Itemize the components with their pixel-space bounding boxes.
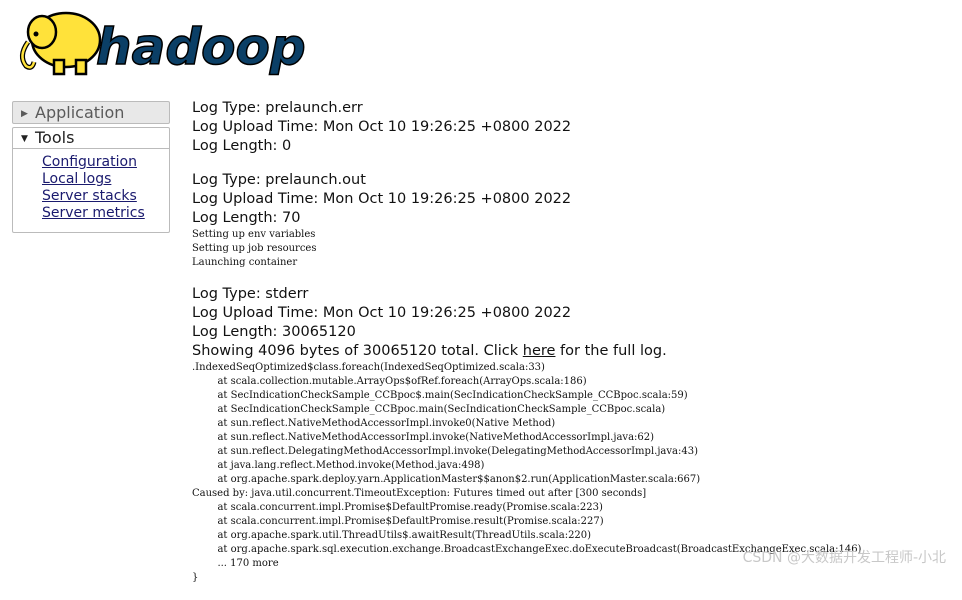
log-type: Log Type: stderr (192, 286, 309, 302)
triangle-down-icon: ▼ (21, 134, 28, 144)
log-upload-time: Log Upload Time: Mon Oct 10 19:26:25 +08… (192, 191, 572, 207)
log-type: Log Type: prelaunch.out (192, 172, 366, 188)
sidebar-item-tools[interactable]: ▼ Tools (13, 128, 169, 149)
log-length: Log Length: 70 (192, 210, 301, 226)
full-log-link[interactable]: here (523, 343, 556, 359)
log-block-prelaunch-err: Log Type: prelaunch.err Log Upload Time:… (192, 99, 952, 156)
sidebar-item-label: Tools (35, 128, 75, 147)
log-block-stderr: Log Type: stderr Log Upload Time: Mon Oc… (192, 285, 952, 585)
log-body: Setting up env variables Setting up job … (192, 229, 317, 268)
log-content: Log Type: prelaunch.err Log Upload Time:… (192, 99, 952, 600)
tools-links: Configuration Local logs Server stacks S… (13, 149, 169, 222)
hadoop-logo: hadoop (14, 4, 314, 82)
link-configuration[interactable]: Configuration (42, 154, 137, 170)
link-local-logs[interactable]: Local logs (42, 171, 111, 187)
sidebar: ▶ Application ▼ Tools Configuration Local … (12, 101, 170, 233)
link-server-stacks[interactable]: Server stacks (42, 188, 137, 204)
watermark: CSDN @大数据开发工程师-小北 (742, 550, 946, 566)
log-length: Log Length: 0 (192, 138, 292, 154)
elephant-icon (20, 11, 102, 76)
log-block-prelaunch-out: Log Type: prelaunch.out Log Upload Time:… (192, 171, 952, 270)
triangle-right-icon: ▶ (21, 109, 28, 119)
tools-panel: ▼ Tools Configuration Local logs Server s… (12, 127, 170, 233)
sidebar-item-label: Application (35, 103, 125, 122)
link-server-metrics[interactable]: Server metrics (42, 205, 145, 221)
log-type: Log Type: prelaunch.err (192, 100, 363, 116)
svg-text:hadoop: hadoop (96, 18, 306, 76)
sidebar-item-application[interactable]: ▶ Application (12, 101, 170, 124)
log-length: Log Length: 30065120 (192, 324, 356, 340)
log-upload-time: Log Upload Time: Mon Oct 10 19:26:25 +08… (192, 305, 572, 321)
log-showing-notice: Showing 4096 bytes of 30065120 total. Cl… (192, 343, 667, 359)
log-upload-time: Log Upload Time: Mon Oct 10 19:26:25 +08… (192, 119, 572, 135)
